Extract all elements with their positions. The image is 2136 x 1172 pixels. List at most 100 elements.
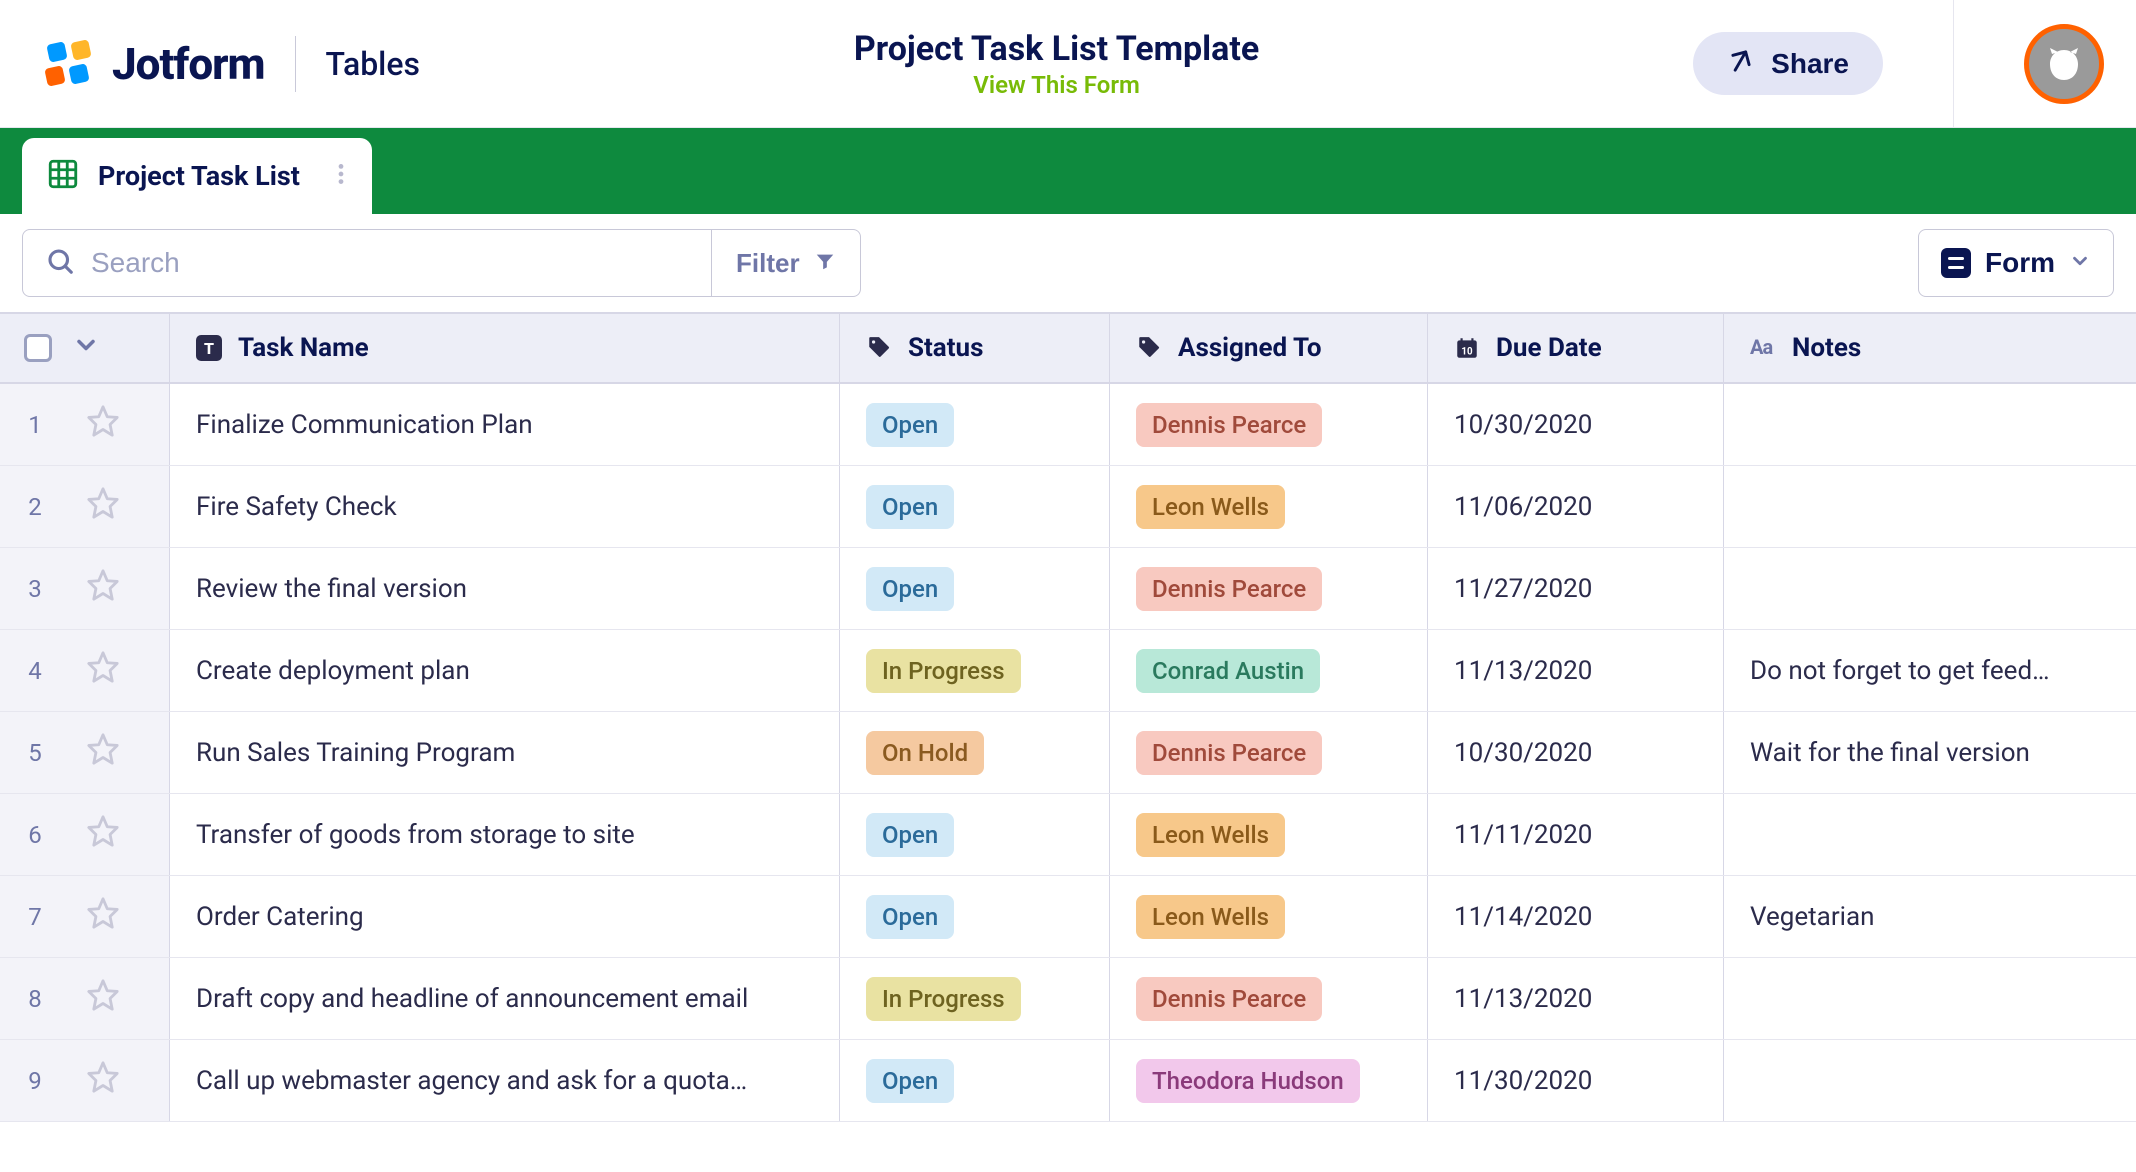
table-row[interactable]: 2 Fire Safety Check Open Leon Wells 11/0…	[0, 466, 2136, 548]
row-select: 7	[0, 876, 170, 957]
row-select: 2	[0, 466, 170, 547]
svg-text:10: 10	[1461, 347, 1473, 358]
table-row[interactable]: 8 Draft copy and headline of announcemen…	[0, 958, 2136, 1040]
star-icon[interactable]	[66, 814, 120, 855]
cell-due-date[interactable]: 11/13/2020	[1428, 630, 1724, 711]
cell-notes[interactable]: Wait for the final version	[1724, 712, 2136, 793]
cell-task-name[interactable]: Call up webmaster agency and ask for a q…	[170, 1040, 840, 1121]
tab-menu-icon[interactable]	[318, 161, 354, 191]
cell-assigned[interactable]: Dennis Pearce	[1110, 958, 1428, 1039]
status-pill: On Hold	[866, 731, 984, 775]
cell-notes[interactable]	[1724, 1040, 2136, 1121]
cell-assigned[interactable]: Leon Wells	[1110, 876, 1428, 957]
cell-task-name[interactable]: Finalize Communication Plan	[170, 384, 840, 465]
cell-assigned[interactable]: Leon Wells	[1110, 794, 1428, 875]
table-row[interactable]: 7 Order Catering Open Leon Wells 11/14/2…	[0, 876, 2136, 958]
product-name[interactable]: Tables	[326, 45, 420, 83]
column-label: Due Date	[1496, 333, 1602, 363]
star-icon[interactable]	[66, 486, 120, 527]
status-pill: In Progress	[866, 977, 1021, 1021]
assignee-pill: Dennis Pearce	[1136, 403, 1322, 447]
cell-assigned[interactable]: Theodora Hudson	[1110, 1040, 1428, 1121]
share-button[interactable]: Share	[1693, 32, 1883, 95]
cell-status[interactable]: Open	[840, 466, 1110, 547]
cell-status[interactable]: Open	[840, 384, 1110, 465]
avatar[interactable]	[2024, 24, 2104, 104]
header-center: Project Task List Template View This For…	[420, 29, 1693, 99]
cell-status[interactable]: Open	[840, 1040, 1110, 1121]
cell-due-date[interactable]: 11/30/2020	[1428, 1040, 1724, 1121]
cell-notes[interactable]: Do not forget to get feed…	[1724, 630, 2136, 711]
star-icon[interactable]	[66, 732, 120, 773]
cell-status[interactable]: On Hold	[840, 712, 1110, 793]
cell-task-name[interactable]: Run Sales Training Program	[170, 712, 840, 793]
select-all-checkbox[interactable]	[24, 334, 52, 362]
cell-notes[interactable]	[1724, 384, 2136, 465]
cell-due-date[interactable]: 11/14/2020	[1428, 876, 1724, 957]
cell-assigned[interactable]: Dennis Pearce	[1110, 712, 1428, 793]
cell-notes[interactable]	[1724, 794, 2136, 875]
logo[interactable]: Jotform	[44, 38, 265, 90]
column-header-assigned[interactable]: Assigned To	[1110, 314, 1428, 382]
chevron-down-icon[interactable]	[72, 331, 100, 366]
table-row[interactable]: 4 Create deployment plan In Progress Con…	[0, 630, 2136, 712]
row-select: 5	[0, 712, 170, 793]
search-filter-group: Filter	[22, 229, 861, 297]
star-icon[interactable]	[66, 568, 120, 609]
cell-task-name[interactable]: Review the final version	[170, 548, 840, 629]
divider	[1953, 0, 1954, 128]
column-header-due[interactable]: 10 Due Date	[1428, 314, 1724, 382]
table-row[interactable]: 5 Run Sales Training Program On Hold Den…	[0, 712, 2136, 794]
cell-task-name[interactable]: Fire Safety Check	[170, 466, 840, 547]
assignee-pill: Conrad Austin	[1136, 649, 1320, 693]
table-row[interactable]: 9 Call up webmaster agency and ask for a…	[0, 1040, 2136, 1122]
cell-notes[interactable]	[1724, 548, 2136, 629]
star-icon[interactable]	[66, 978, 120, 1019]
row-select: 9	[0, 1040, 170, 1121]
table-row[interactable]: 1 Finalize Communication Plan Open Denni…	[0, 384, 2136, 466]
cell-due-date[interactable]: 11/13/2020	[1428, 958, 1724, 1039]
table-row[interactable]: 6 Transfer of goods from storage to site…	[0, 794, 2136, 876]
cell-status[interactable]: In Progress	[840, 630, 1110, 711]
column-header-status[interactable]: Status	[840, 314, 1110, 382]
cell-notes[interactable]	[1724, 958, 2136, 1039]
row-number: 5	[24, 739, 46, 767]
cell-status[interactable]: Open	[840, 548, 1110, 629]
star-icon[interactable]	[66, 650, 120, 691]
cell-due-date[interactable]: 11/11/2020	[1428, 794, 1724, 875]
cell-due-date[interactable]: 10/30/2020	[1428, 384, 1724, 465]
form-view-button[interactable]: Form	[1918, 229, 2114, 297]
row-number: 8	[24, 985, 46, 1013]
search-input[interactable]	[91, 247, 689, 279]
cell-task-name[interactable]: Draft copy and headline of announcement …	[170, 958, 840, 1039]
search-box[interactable]	[22, 229, 712, 297]
cell-due-date[interactable]: 11/27/2020	[1428, 548, 1724, 629]
cell-task-name[interactable]: Order Catering	[170, 876, 840, 957]
filter-button[interactable]: Filter	[712, 229, 861, 297]
cell-due-date[interactable]: 10/30/2020	[1428, 712, 1724, 793]
tab-project-task-list[interactable]: Project Task List	[22, 138, 372, 214]
cell-task-name[interactable]: Transfer of goods from storage to site	[170, 794, 840, 875]
star-icon[interactable]	[66, 1060, 120, 1101]
column-header-notes[interactable]: Aa Notes	[1724, 314, 2136, 382]
cell-due-date[interactable]: 11/06/2020	[1428, 466, 1724, 547]
cell-assigned[interactable]: Dennis Pearce	[1110, 384, 1428, 465]
cell-task-name[interactable]: Create deployment plan	[170, 630, 840, 711]
logo-icon	[44, 39, 94, 89]
cell-notes[interactable]	[1724, 466, 2136, 547]
cell-status[interactable]: In Progress	[840, 958, 1110, 1039]
star-icon[interactable]	[66, 404, 120, 445]
column-header-name[interactable]: T Task Name	[170, 314, 840, 382]
grid-icon	[46, 157, 80, 195]
cell-assigned[interactable]: Dennis Pearce	[1110, 548, 1428, 629]
assignee-pill: Leon Wells	[1136, 485, 1285, 529]
star-icon[interactable]	[66, 896, 120, 937]
cell-assigned[interactable]: Conrad Austin	[1110, 630, 1428, 711]
table-row[interactable]: 3 Review the final version Open Dennis P…	[0, 548, 2136, 630]
cell-notes[interactable]: Vegetarian	[1724, 876, 2136, 957]
cell-assigned[interactable]: Leon Wells	[1110, 466, 1428, 547]
cell-status[interactable]: Open	[840, 876, 1110, 957]
view-form-link[interactable]: View This Form	[973, 71, 1140, 99]
brand-name: Jotform	[112, 38, 265, 90]
cell-status[interactable]: Open	[840, 794, 1110, 875]
